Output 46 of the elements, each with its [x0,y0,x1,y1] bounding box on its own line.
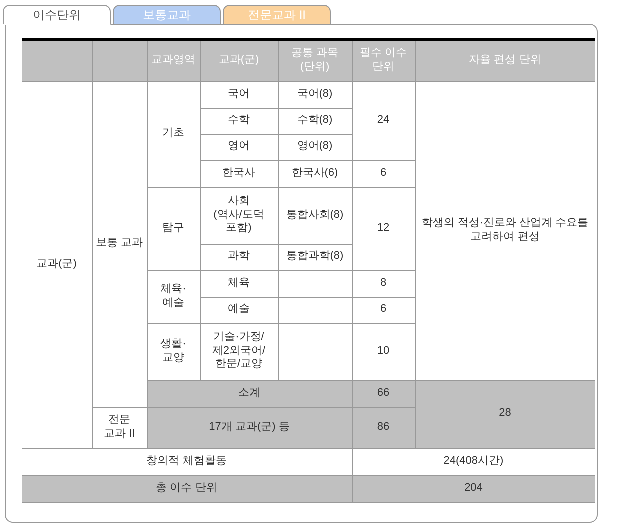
table-cell: 한국사(6) [278,160,352,187]
table-cell: 총 이수 단위 [22,475,352,502]
table-cell: 보통 교과 [92,81,147,407]
table-cell: 24 [352,81,415,160]
table-cell: 예술 [200,297,278,323]
table-cell: 체육 [200,270,278,297]
table-cell: 학생의 적성·진로와 산업계 수요를 고려하여 편성 [415,81,595,380]
table-cell: 수학 [200,108,278,134]
table-cell: 통합과학(8) [278,244,352,270]
table-cell: 생활· 교양 [147,323,200,380]
table-cell: 17개 교과(군) 등 [147,407,352,448]
table-cell: 6 [352,160,415,187]
tab[interactable]: 이수단위 [3,5,111,25]
table-cell: 10 [352,323,415,380]
header-cell: 필수 이수 단위 [352,41,415,81]
table-cell: 과학 [200,244,278,270]
tab[interactable]: 보통교과 [113,5,221,25]
table-cell: 66 [352,380,415,407]
header-cell: 자율 편성 단위 [415,41,595,81]
table-cell: 영어 [200,134,278,160]
table-cell: 교과(군) [22,81,92,448]
table-cell: 국어(8) [278,81,352,108]
table-cell: 영어(8) [278,134,352,160]
table-cell: 한국사 [200,160,278,187]
table-cell: 12 [352,187,415,270]
table-cell: 사회 (역사/도덕 포함) [200,187,278,244]
table-cell: 기술·가정/ 제2외국어/ 한문/교양 [200,323,278,380]
tab[interactable]: 전문교과 II [223,5,331,25]
header-cell: 교과영역 [147,41,200,81]
table-cell: 창의적 체험활동 [22,448,352,475]
header-cell: 교과(군) [200,41,278,81]
table-cell: 탐구 [147,187,200,270]
table-cell: 28 [415,380,595,448]
table-cell: 수학(8) [278,108,352,134]
table-cell: 24(408시간) [352,448,595,475]
table-cell: 기초 [147,81,200,187]
table-cell: 8 [352,270,415,297]
table-cell: 체육· 예술 [147,270,200,323]
table-cell: 통합사회(8) [278,187,352,244]
table-cell: 소계 [147,380,352,407]
header-cell: 공통 과목 (단위) [278,41,352,81]
table-cell: 6 [352,297,415,323]
table-cell: 86 [352,407,415,448]
table-cell: 204 [352,475,595,502]
table-cell: 국어 [200,81,278,108]
table-cell: 전문 교과 II [92,407,147,448]
